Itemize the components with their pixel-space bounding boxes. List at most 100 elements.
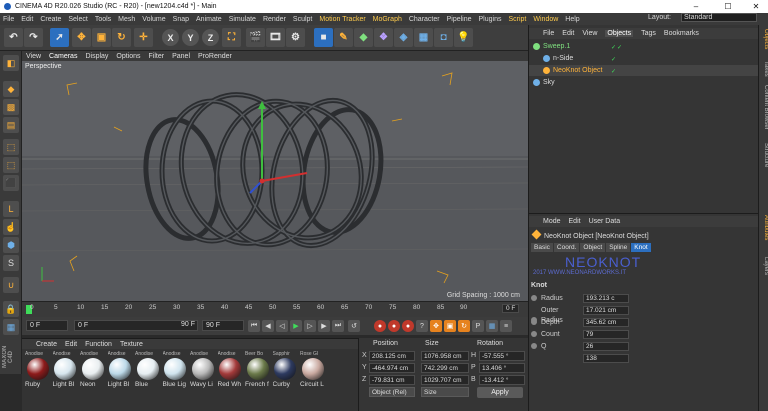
mat-menu-function[interactable]: Function — [85, 341, 112, 348]
close-button[interactable]: ✕ — [744, 0, 768, 13]
tab-spline[interactable]: Spline — [606, 243, 631, 252]
apply-button[interactable]: Apply — [477, 387, 523, 398]
menu-select[interactable]: Select — [68, 16, 87, 23]
go-to-start-icon[interactable]: ⏮ — [248, 320, 260, 332]
menu-pipeline[interactable]: Pipeline — [447, 16, 472, 23]
record-icon[interactable]: ● — [374, 320, 386, 332]
obj-menu-edit[interactable]: Edit — [562, 30, 574, 37]
q-field[interactable]: 26 — [583, 342, 629, 351]
menu-window[interactable]: Window — [533, 16, 558, 23]
lock-workplane-icon[interactable]: 🔒 — [3, 301, 19, 317]
attr-menu-edit[interactable]: Edit — [569, 218, 581, 225]
next-key-icon[interactable]: ▶ — [318, 320, 330, 332]
texture-mode-icon[interactable]: ▩ — [3, 99, 19, 115]
p-field[interactable]: 138 — [583, 354, 629, 363]
vp-menu-filter[interactable]: Filter — [149, 53, 165, 60]
timeline-ruler[interactable]: 0 5 10 15 20 25 30 35 40 45 50 55 60 65 … — [22, 301, 528, 317]
material-swatch[interactable]: Anodise Ruby — [25, 351, 50, 388]
vp-menu-panel[interactable]: Panel — [172, 53, 190, 60]
grid-icon[interactable]: ▦ — [3, 319, 19, 335]
cube-icon[interactable]: ■ — [314, 28, 333, 47]
cloner-icon[interactable]: ❖ — [374, 28, 393, 47]
render-view-icon[interactable]: 🎬 — [246, 28, 265, 47]
coordinate-mode-dropdown[interactable]: Object (Rel) — [369, 387, 415, 397]
material-swatch[interactable]: Anodise Light Bl — [108, 351, 133, 388]
z-axis-lock-button[interactable]: Z — [202, 29, 219, 46]
tab-coord[interactable]: Coord. — [553, 243, 580, 252]
render-settings-icon[interactable]: ⚙ — [286, 28, 305, 47]
pen-icon[interactable]: ✎ — [334, 28, 353, 47]
material-swatch[interactable]: Anodise Neon — [80, 351, 105, 388]
recent-tool-icon[interactable]: ✛ — [134, 28, 153, 47]
start-frame-field[interactable]: 0 F — [26, 320, 68, 331]
magnet-icon[interactable]: ∪ — [3, 277, 19, 293]
size-z-field[interactable]: 1029.707 cm — [421, 375, 469, 385]
size-x-field[interactable]: 1076.958 cm — [421, 351, 469, 361]
scale-icon[interactable]: ▣ — [92, 28, 111, 47]
material-swatch[interactable]: Anodise Wavy Li — [190, 351, 215, 388]
material-swatch[interactable]: Anodise Blue Lig — [163, 351, 188, 388]
animation-dot-icon[interactable] — [531, 295, 537, 302]
material-swatch[interactable]: Beer Bo French f — [245, 351, 270, 388]
layout-dropdown[interactable]: Standard — [681, 13, 757, 22]
points-mode-icon[interactable]: ⬚ — [3, 139, 19, 155]
obj-menu-objects[interactable]: Objects — [605, 30, 634, 37]
obj-menu-file[interactable]: File — [543, 30, 554, 37]
material-swatch[interactable]: Anodise Light Bl — [53, 351, 78, 388]
record-pla-icon[interactable]: ▦ — [486, 320, 498, 332]
count-field[interactable]: 79 — [583, 330, 629, 339]
light-icon[interactable]: 💡 — [454, 28, 473, 47]
current-frame-field[interactable]: 0 F — [502, 304, 520, 313]
workplane-icon[interactable]: ▤ — [3, 117, 19, 133]
menu-render[interactable]: Render — [263, 16, 286, 23]
menu-snap[interactable]: Snap — [173, 16, 189, 23]
play-icon[interactable]: ▶ — [290, 320, 302, 332]
object-row-sweep[interactable]: Sweep.1 ✓✓ — [529, 41, 759, 52]
next-frame-icon[interactable]: ▷ — [304, 320, 316, 332]
menu-sculpt[interactable]: Sculpt — [293, 16, 312, 23]
menu-help[interactable]: Help — [565, 16, 579, 23]
vp-menu-prorender[interactable]: ProRender — [198, 53, 232, 60]
material-swatch[interactable]: Anodise Red Wh — [218, 351, 243, 388]
rotation-p-field[interactable]: 13.406 ° — [479, 363, 525, 373]
polygons-mode-icon[interactable]: ⬛ — [3, 175, 19, 191]
animation-dot-icon[interactable] — [531, 319, 537, 326]
floor-icon[interactable]: ▦ — [414, 28, 433, 47]
obj-menu-tags[interactable]: Tags — [641, 30, 656, 37]
side-tab-layers[interactable]: Layers — [759, 257, 768, 275]
outer-radius-field[interactable]: 17.021 cm — [583, 306, 629, 315]
rotation-b-field[interactable]: -13.412 ° — [479, 375, 525, 385]
attr-menu-mode[interactable]: Mode — [543, 218, 561, 225]
undo-icon[interactable]: ↶ — [4, 28, 23, 47]
go-to-end-icon[interactable]: ⏭ — [332, 320, 344, 332]
record-scale-icon[interactable]: ▣ — [444, 320, 456, 332]
mat-menu-create[interactable]: Create — [36, 341, 57, 348]
menu-create[interactable]: Create — [40, 16, 61, 23]
maximize-button[interactable]: ☐ — [716, 0, 740, 13]
menu-script[interactable]: Script — [508, 16, 526, 23]
x-axis-lock-button[interactable]: X — [162, 29, 179, 46]
position-x-field[interactable]: 208.125 cm — [369, 351, 415, 361]
menu-animate[interactable]: Animate — [196, 16, 222, 23]
make-editable-icon[interactable]: ◧ — [3, 55, 19, 71]
menu-volume[interactable]: Volume — [142, 16, 165, 23]
help-icon[interactable]: ? — [416, 320, 428, 332]
visibility-check-icon[interactable]: ✓✓ — [611, 43, 627, 51]
record-position-icon[interactable]: ✥ — [430, 320, 442, 332]
loop-icon[interactable]: ↺ — [348, 320, 360, 332]
model-mode-icon[interactable]: ◆ — [3, 81, 19, 97]
size-mode-dropdown[interactable]: Size — [421, 387, 469, 397]
coordinate-system-icon[interactable]: ⛶ — [222, 28, 241, 47]
position-z-field[interactable]: -79.831 cm — [369, 375, 415, 385]
obj-menu-view[interactable]: View — [582, 30, 597, 37]
record-parameter-icon[interactable]: P — [472, 320, 484, 332]
render-picture-viewer-icon[interactable]: 🎞 — [266, 28, 285, 47]
side-tab-structure[interactable]: Structure — [759, 143, 768, 167]
obj-menu-bookmarks[interactable]: Bookmarks — [664, 30, 699, 37]
move-icon[interactable]: ✥ — [72, 28, 91, 47]
animation-dot-icon[interactable] — [531, 331, 537, 338]
attr-menu-userdata[interactable]: User Data — [589, 218, 621, 225]
subdivision-icon[interactable]: ◆ — [354, 28, 373, 47]
side-tab-objects[interactable]: Objects — [759, 29, 768, 49]
tab-basic[interactable]: Basic — [531, 243, 553, 252]
